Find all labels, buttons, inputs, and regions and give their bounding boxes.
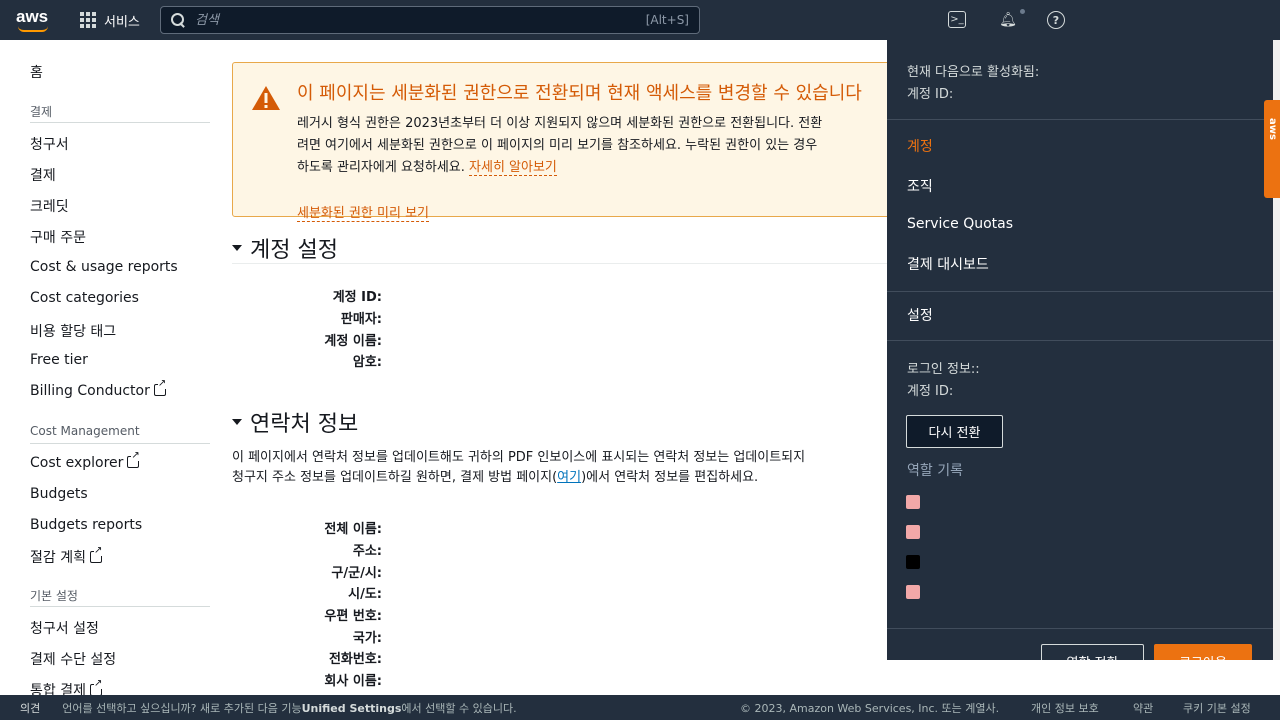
services-label: 서비스 — [104, 14, 140, 30]
menu-item-account[interactable]: 계정 — [907, 136, 933, 156]
top-navigation: aws 서비스 [Alt+S] >_ 🔔︎ ? — [0, 0, 1280, 40]
footer: 의견 언어를 선택하고 싶으십니까? 새로 추가된 다음 기능Unified S… — [0, 695, 1280, 720]
grid-icon — [80, 12, 96, 28]
active-as-label: 현재 다음으로 활성화됨: — [907, 65, 1040, 80]
sidebar-item-cost-explorer[interactable]: Cost explorer — [30, 451, 140, 471]
sidebar-section-billing: 결제 — [30, 105, 53, 119]
account-menu-panel: 현재 다음으로 활성화됨: 계정 ID: 계정 조직 Service Quota… — [887, 40, 1273, 660]
menu-divider — [887, 119, 1273, 120]
cookie-preferences-link[interactable]: 쿠키 기본 설정 — [1183, 700, 1251, 716]
field-postal-code: 우편 번호: — [324, 609, 382, 624]
caret-down-icon — [232, 245, 242, 251]
section-divider — [232, 263, 892, 264]
signed-account-id-label: 계정 ID: — [907, 384, 954, 399]
alert-title: 이 페이지는 세분화된 권한으로 전환되며 현재 액세스를 변경할 수 있습니다 — [297, 83, 862, 104]
contact-info-heading[interactable]: 연락처 정보 — [232, 406, 358, 438]
alert-body: 레거시 형식 권한은 2023년초부터 더 이상 지원되지 않으며 세분화된 권… — [297, 116, 823, 176]
help-icon[interactable]: ? — [1047, 11, 1065, 29]
external-link-icon — [127, 451, 140, 468]
field-state: 시/도: — [348, 587, 382, 602]
language-notice: 언어를 선택하고 싶으십니까? 새로 추가된 다음 기능Unified Sett… — [62, 701, 517, 715]
menu-item-organization[interactable]: 조직 — [907, 176, 933, 196]
copyright: © 2023, Amazon Web Services, Inc. 또는 계열사… — [740, 701, 1000, 715]
contact-info-description: 이 페이지에서 연락처 정보를 업데이트해도 귀하의 PDF 인보이스에 표시되… — [232, 450, 806, 485]
preview-permissions-link[interactable]: 세분화된 권한 미리 보기 — [297, 202, 429, 222]
payment-methods-link[interactable]: 여기 — [557, 470, 581, 485]
sidebar-item-cost-categories[interactable]: Cost categories — [30, 290, 139, 306]
sidebar-item-bills[interactable]: 청구서 — [30, 134, 69, 154]
field-company-name: 회사 이름: — [324, 674, 382, 689]
signed-in-label: 로그인 정보:: — [907, 362, 980, 377]
sidebar-divider — [30, 443, 210, 444]
search-input[interactable] — [195, 12, 646, 28]
aws-logo[interactable]: aws — [16, 8, 52, 32]
menu-divider — [887, 291, 1273, 292]
sidebar-item-cost-allocation-tags[interactable]: 비용 할당 태그 — [30, 321, 116, 341]
warning-icon — [252, 86, 280, 110]
feedback-link[interactable]: 의견 — [20, 700, 40, 716]
sidebar-item-budgets[interactable]: Budgets — [30, 486, 88, 502]
field-password: 암호: — [352, 355, 382, 370]
field-city: 구/군/시: — [331, 566, 382, 581]
caret-down-icon — [232, 419, 242, 425]
sidebar-item-home[interactable]: 홈 — [30, 62, 43, 82]
main-content: 이 페이지는 세분화된 권한으로 전환되며 현재 액세스를 변경할 수 있습니다… — [232, 40, 912, 695]
menu-item-settings[interactable]: 설정 — [907, 305, 933, 325]
sidebar-item-cost-usage-reports[interactable]: Cost & usage reports — [30, 259, 178, 275]
learn-more-link[interactable]: 자세히 알아보기 — [469, 160, 557, 176]
sidebar-item-credits[interactable]: 크레딧 — [30, 196, 69, 216]
menu-divider — [887, 628, 1273, 629]
external-link-icon — [89, 546, 103, 563]
terms-link[interactable]: 약관 — [1133, 700, 1153, 716]
sidebar-divider — [30, 606, 210, 607]
sidebar-item-savings-plans[interactable]: 절감 계획 — [30, 546, 103, 567]
sidebar-item-billing-conductor[interactable]: Billing Conductor — [30, 379, 167, 399]
field-account-name: 계정 이름: — [324, 334, 382, 349]
sidebar-divider — [30, 122, 210, 123]
cloudshell-icon[interactable]: >_ — [948, 11, 966, 28]
role-history-item[interactable] — [906, 495, 920, 509]
menu-item-service-quotas[interactable]: Service Quotas — [907, 216, 1013, 232]
field-account-id: 계정 ID: — [332, 290, 382, 305]
sidebar-item-payment-preferences[interactable]: 결제 수단 설정 — [30, 649, 116, 669]
sidebar: 홈 결제 청구서 결제 크레딧 구매 주문 Cost & usage repor… — [0, 40, 225, 699]
field-country: 국가: — [352, 631, 382, 646]
bell-icon[interactable]: 🔔︎ — [998, 10, 1018, 30]
sidebar-item-purchase-orders[interactable]: 구매 주문 — [30, 227, 86, 247]
sidebar-section-cost-management: Cost Management — [30, 424, 140, 438]
search-shortcut: [Alt+S] — [645, 13, 689, 27]
field-seller: 판매자: — [340, 312, 382, 327]
sidebar-item-budgets-reports[interactable]: Budgets reports — [30, 517, 142, 533]
switch-role-button[interactable]: 역할 전환 — [1041, 644, 1144, 660]
menu-item-billing-dashboard[interactable]: 결제 대시보드 — [907, 254, 989, 274]
search-icon — [171, 13, 185, 27]
field-address: 주소: — [352, 544, 382, 559]
sidebar-item-billing-preferences[interactable]: 청구서 설정 — [30, 618, 99, 638]
sidebar-section-preferences: 기본 설정 — [30, 589, 78, 603]
menu-divider — [887, 340, 1273, 341]
permissions-alert: 이 페이지는 세분화된 권한으로 전환되며 현재 액세스를 변경할 수 있습니다… — [232, 62, 912, 222]
sign-out-button[interactable]: 로그아웃 — [1154, 644, 1252, 660]
unified-settings-link[interactable]: Unified Settings — [302, 702, 402, 715]
role-history-item[interactable] — [906, 585, 920, 599]
aws-feedback-tab[interactable]: aws — [1264, 100, 1280, 198]
search-box[interactable]: [Alt+S] — [160, 6, 700, 34]
role-history-item[interactable] — [906, 525, 920, 539]
account-settings-heading[interactable]: 계정 설정 — [232, 232, 338, 264]
notification-dot — [1020, 9, 1025, 14]
sidebar-item-payments[interactable]: 결제 — [30, 165, 56, 185]
sidebar-item-free-tier[interactable]: Free tier — [30, 352, 88, 368]
privacy-link[interactable]: 개인 정보 보호 — [1031, 700, 1099, 716]
role-history-item[interactable] — [906, 555, 920, 569]
switch-back-button[interactable]: 다시 전환 — [906, 415, 1003, 448]
services-menu-button[interactable]: 서비스 — [80, 11, 140, 30]
field-full-name: 전체 이름: — [324, 522, 382, 537]
external-link-icon — [153, 379, 167, 396]
active-account-id-label: 계정 ID: — [907, 87, 954, 102]
role-history-heading: 역할 기록 — [907, 463, 963, 479]
field-phone: 전화번호: — [328, 652, 382, 667]
